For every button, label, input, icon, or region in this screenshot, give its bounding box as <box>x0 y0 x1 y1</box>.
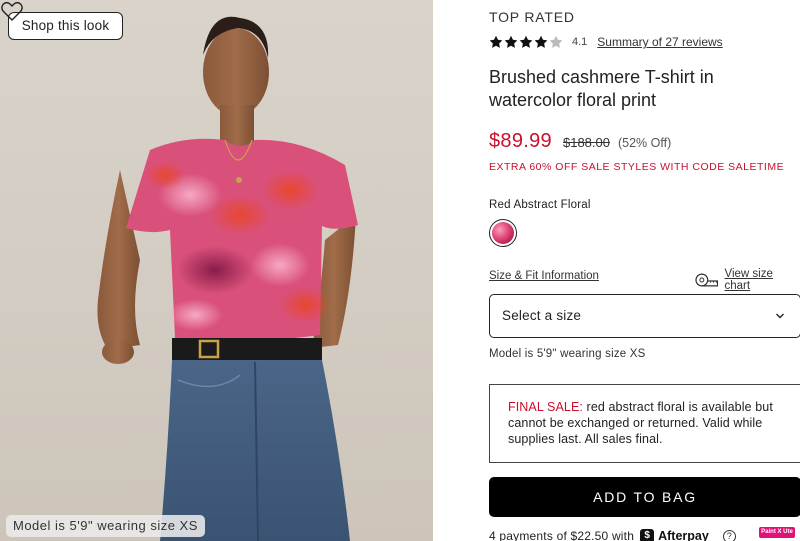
star-empty-icon <box>549 35 563 48</box>
product-image[interactable]: Shop this look Model is 5'9" wearing siz… <box>0 0 433 541</box>
model-illustration <box>97 16 358 541</box>
discount-percent: (52% Off) <box>617 136 672 150</box>
product-title: Brushed cashmere T-shirt in watercolor f… <box>489 67 714 110</box>
installment-row: 4 payments of $22.50 with $ Afterpay ? <box>489 527 736 541</box>
extension-badge[interactable]: Paint X Ute <box>759 527 795 538</box>
question-circle-icon[interactable]: ? <box>722 529 736 541</box>
model-size-note: Model is 5'9" wearing size XS <box>489 348 646 360</box>
rating-value: 4.1 <box>572 36 588 48</box>
reviews-summary-link[interactable]: Summary of 27 reviews <box>597 35 722 49</box>
model-caption: Model is 5'9" wearing size XS <box>6 515 205 537</box>
size-info-row: Size & Fit Information View size chart <box>489 268 800 292</box>
star-full-icon <box>489 35 503 48</box>
original-price: $188.00 <box>562 135 610 150</box>
size-fit-link[interactable]: Size & Fit Information <box>489 270 599 282</box>
measuring-tape-icon <box>695 273 719 287</box>
afterpay-mark-icon: $ <box>640 529 655 541</box>
add-to-bag-button[interactable]: ADD TO BAG <box>489 477 800 517</box>
swatch-fill <box>492 222 514 244</box>
size-chart-label: View size chart <box>724 268 773 292</box>
final-sale-label: FINAL SALE: <box>508 400 583 414</box>
star-full-icon <box>504 35 518 48</box>
final-sale-notice: FINAL SALE: red abstract floral is avail… <box>489 384 800 463</box>
size-chart-link[interactable]: View size chart <box>695 268 800 292</box>
price-row: $89.99 $188.00 (52% Off) <box>489 130 671 153</box>
star-full-icon <box>519 35 533 48</box>
top-rated-badge: TOP RATED <box>489 9 575 25</box>
afterpay-logo: $ Afterpay <box>640 529 709 541</box>
star-rating <box>489 35 563 49</box>
size-select-dropdown[interactable]: Select a size <box>489 294 800 338</box>
final-sale-text: FINAL SALE: red abstract floral is avail… <box>508 399 790 447</box>
installment-text: 4 payments of $22.50 with <box>489 529 635 541</box>
promo-message: EXTRA 60% OFF SALE STYLES WITH CODE SALE… <box>489 161 785 173</box>
rating-row: 4.1 Summary of 27 reviews <box>489 33 723 51</box>
color-name: Red Abstract Floral <box>489 199 591 211</box>
product-details: TOP RATED 4.1 Summary of 27 reviews Brus… <box>489 0 800 541</box>
heart-outline-icon[interactable] <box>0 0 24 22</box>
chevron-down-icon <box>776 313 784 319</box>
afterpay-wordmark: Afterpay <box>658 529 709 541</box>
size-select-label: Select a size <box>502 308 582 323</box>
shop-this-look-button[interactable]: Shop this look <box>8 12 123 40</box>
star-full-icon <box>534 35 548 48</box>
color-swatch[interactable] <box>489 219 517 247</box>
sale-price: $89.99 <box>489 130 552 152</box>
